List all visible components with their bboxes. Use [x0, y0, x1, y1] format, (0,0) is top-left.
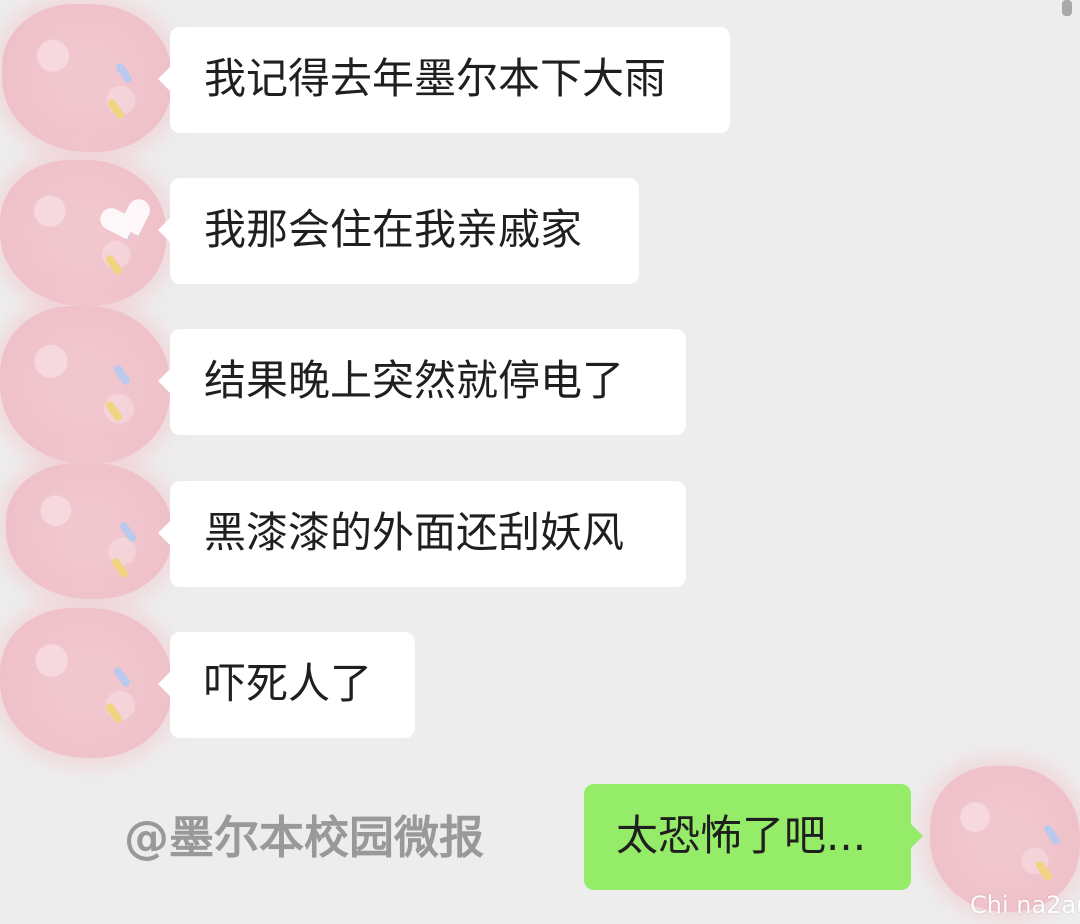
corner-watermark: Chi na2au [970, 891, 1080, 919]
message-bubble-6[interactable]: 太恐怖了吧... [584, 784, 923, 890]
avatar-left-5[interactable] [0, 608, 172, 758]
message-text-6: 太恐怖了吧... [616, 811, 867, 860]
message-text-4: 黑漆漆的外面还刮妖风 [204, 508, 625, 557]
message-text-1: 我记得去年墨尔本下大雨 [204, 54, 667, 103]
avatar-left-1[interactable] [2, 4, 172, 152]
message-text-3: 结果晚上突然就停电了 [204, 356, 625, 405]
message-bubble-2[interactable]: 我那会住在我亲戚家 [158, 178, 639, 284]
message-bubble-1[interactable]: 我记得去年墨尔本下大雨 [158, 27, 730, 133]
watermark-text: @墨尔本校园微报 [124, 811, 485, 864]
avatar-left-3[interactable] [0, 306, 170, 464]
avatar-left-4[interactable] [6, 463, 172, 599]
message-text-5: 吓死人了 [204, 659, 373, 708]
message-text-2: 我那会住在我亲戚家 [204, 205, 583, 254]
message-bubble-5[interactable]: 吓死人了 [158, 632, 415, 738]
message-bubble-4[interactable]: 黑漆漆的外面还刮妖风 [158, 481, 686, 587]
scrollbar[interactable] [1062, 0, 1072, 16]
message-bubble-3[interactable]: 结果晚上突然就停电了 [158, 329, 686, 435]
chat-screen: 我记得去年墨尔本下大雨 我那会住在我亲戚家 结果晚上突然就停电了 黑漆漆的外面还… [0, 0, 1080, 924]
